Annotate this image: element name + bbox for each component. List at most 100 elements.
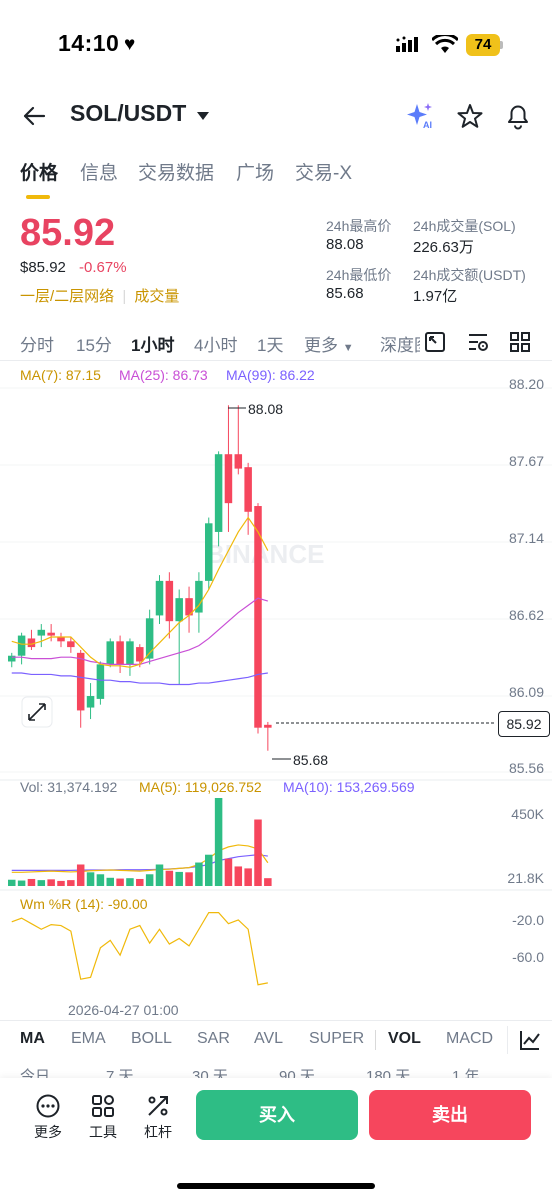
candle-body [224,454,233,504]
volume-bar [17,880,26,886]
volume-bar [264,878,272,886]
divider [0,360,552,361]
wr-axis-bottom: -60.0 [512,949,544,965]
volume-bar [155,864,164,886]
volume-bar [145,874,154,886]
candle-body [106,641,114,665]
candle-body [27,638,36,648]
indicator-super[interactable]: SUPER [309,1030,364,1048]
ma99-line [11,672,268,686]
volume-ma5-legend: MA(5): 119,026.752 [139,779,262,795]
high-marker-label: 88.08 [248,401,283,417]
timeframe-1d[interactable]: 1天 [257,331,283,356]
volume-bar [136,878,144,886]
tab-trading-data[interactable]: 交易数据 [138,158,214,185]
tools-grid-icon[interactable] [91,1094,115,1118]
candle-body [116,641,124,665]
volume-tag[interactable]: 成交量 [134,288,179,305]
sell-button[interactable]: 卖出 [369,1090,531,1140]
volume-bar [47,879,55,886]
timeframe-4h[interactable]: 4小时 [194,331,237,356]
active-tab-indicator [26,195,50,199]
buy-button[interactable]: 买入 [196,1090,358,1140]
volume-bar [214,798,223,886]
time-axis-label: 2026-04-27 01:00 [68,1002,179,1018]
fullscreen-chart-icon[interactable] [424,331,446,353]
wr-legend: Wm %R (14): -90.00 [20,896,148,912]
candle-body [57,637,65,642]
back-arrow-icon[interactable] [22,104,46,128]
timeframe-line[interactable]: 分时 [20,331,54,356]
timeframe-1h[interactable]: 1小时 [131,331,174,356]
indicator-settings-icon[interactable] [519,1029,541,1051]
usd-price: $85.92 [20,259,66,276]
chart-settings-icon[interactable] [467,332,491,354]
volume-bar [205,854,213,886]
wr-axis-top: -20.0 [512,912,544,928]
tab-info[interactable]: 信息 [80,158,118,185]
tool-leverage-label[interactable]: 杠杆 [144,1122,172,1142]
candle-body [165,580,174,622]
leverage-icon[interactable] [146,1094,170,1118]
tab-price[interactable]: 价格 [20,158,58,185]
indicator-boll[interactable]: BOLL [131,1030,172,1048]
tool-tools-label[interactable]: 工具 [89,1122,117,1142]
volume-axis-bottom: 21.8K [507,870,544,886]
vol-sol-label: 24h成交量(SOL) [413,218,516,234]
volume-bar [96,874,105,886]
vol-sol-value: 226.63万 [413,239,474,256]
candle-body [264,724,272,728]
candle-body [96,664,105,699]
candle-body [205,523,213,581]
price-axis-label: 88.20 [508,376,544,392]
price-axis-label: 86.09 [508,684,544,700]
timeframe-more-label: 更多 [304,336,338,355]
volume-bar [185,872,193,886]
indicator-avl[interactable]: AVL [254,1030,283,1048]
timeframe-more[interactable]: 更多 ▼ [304,331,354,356]
indicator-ema[interactable]: EMA [71,1030,106,1048]
vol-usdt-value: 1.97亿 [413,288,458,305]
bell-icon[interactable] [505,102,531,130]
volume-bar [126,878,134,886]
more-dots-icon[interactable] [36,1094,60,1118]
volume-bar [67,880,75,886]
divider [0,1020,552,1021]
tab-square[interactable]: 广场 [236,158,274,185]
expand-chart-button[interactable] [21,696,53,728]
volume-bar [244,868,252,886]
volume-bar [37,880,46,886]
indicator-sar[interactable]: SAR [197,1030,230,1048]
pair-selector[interactable]: SOL/USDT [70,100,186,127]
candle-body [155,580,164,616]
indicator-separator [507,1026,508,1054]
tool-more-label[interactable]: 更多 [34,1122,62,1142]
status-time: 14:10 [58,30,120,56]
network-tag-group[interactable]: 一层/二层网络 | 成交量 [20,285,179,306]
candle-body [86,696,95,708]
current-price-tag: 85.92 [498,711,550,737]
binance-watermark: BINANCE [206,539,324,569]
indicator-vol[interactable]: VOL [388,1030,421,1048]
timeframe-15m[interactable]: 15分 [76,331,112,356]
candle-body [214,454,223,532]
volume-bar [27,878,36,886]
volume-bar [175,871,183,886]
indicator-macd[interactable]: MACD [446,1030,493,1048]
star-icon[interactable] [457,103,483,128]
price-axis-label: 85.56 [508,760,544,776]
indicator-ma[interactable]: MA [20,1030,45,1048]
volume-bar [116,878,124,886]
layout-grid-icon[interactable] [509,331,531,353]
volume-bar [57,880,65,886]
heart-icon: ♥ [124,34,136,55]
ai-sparkle-icon[interactable]: AI [406,102,436,130]
chevron-down-icon[interactable] [196,110,210,122]
price-change: -0.67% [79,259,127,276]
last-price: 85.92 [20,212,116,254]
wifi-icon [432,35,458,53]
network-tag[interactable]: 一层/二层网络 [20,288,114,305]
depth-chart-tab[interactable]: 深度图 [380,331,420,356]
candle-body [76,652,85,711]
tab-trade-x[interactable]: 交易-X [295,158,352,185]
